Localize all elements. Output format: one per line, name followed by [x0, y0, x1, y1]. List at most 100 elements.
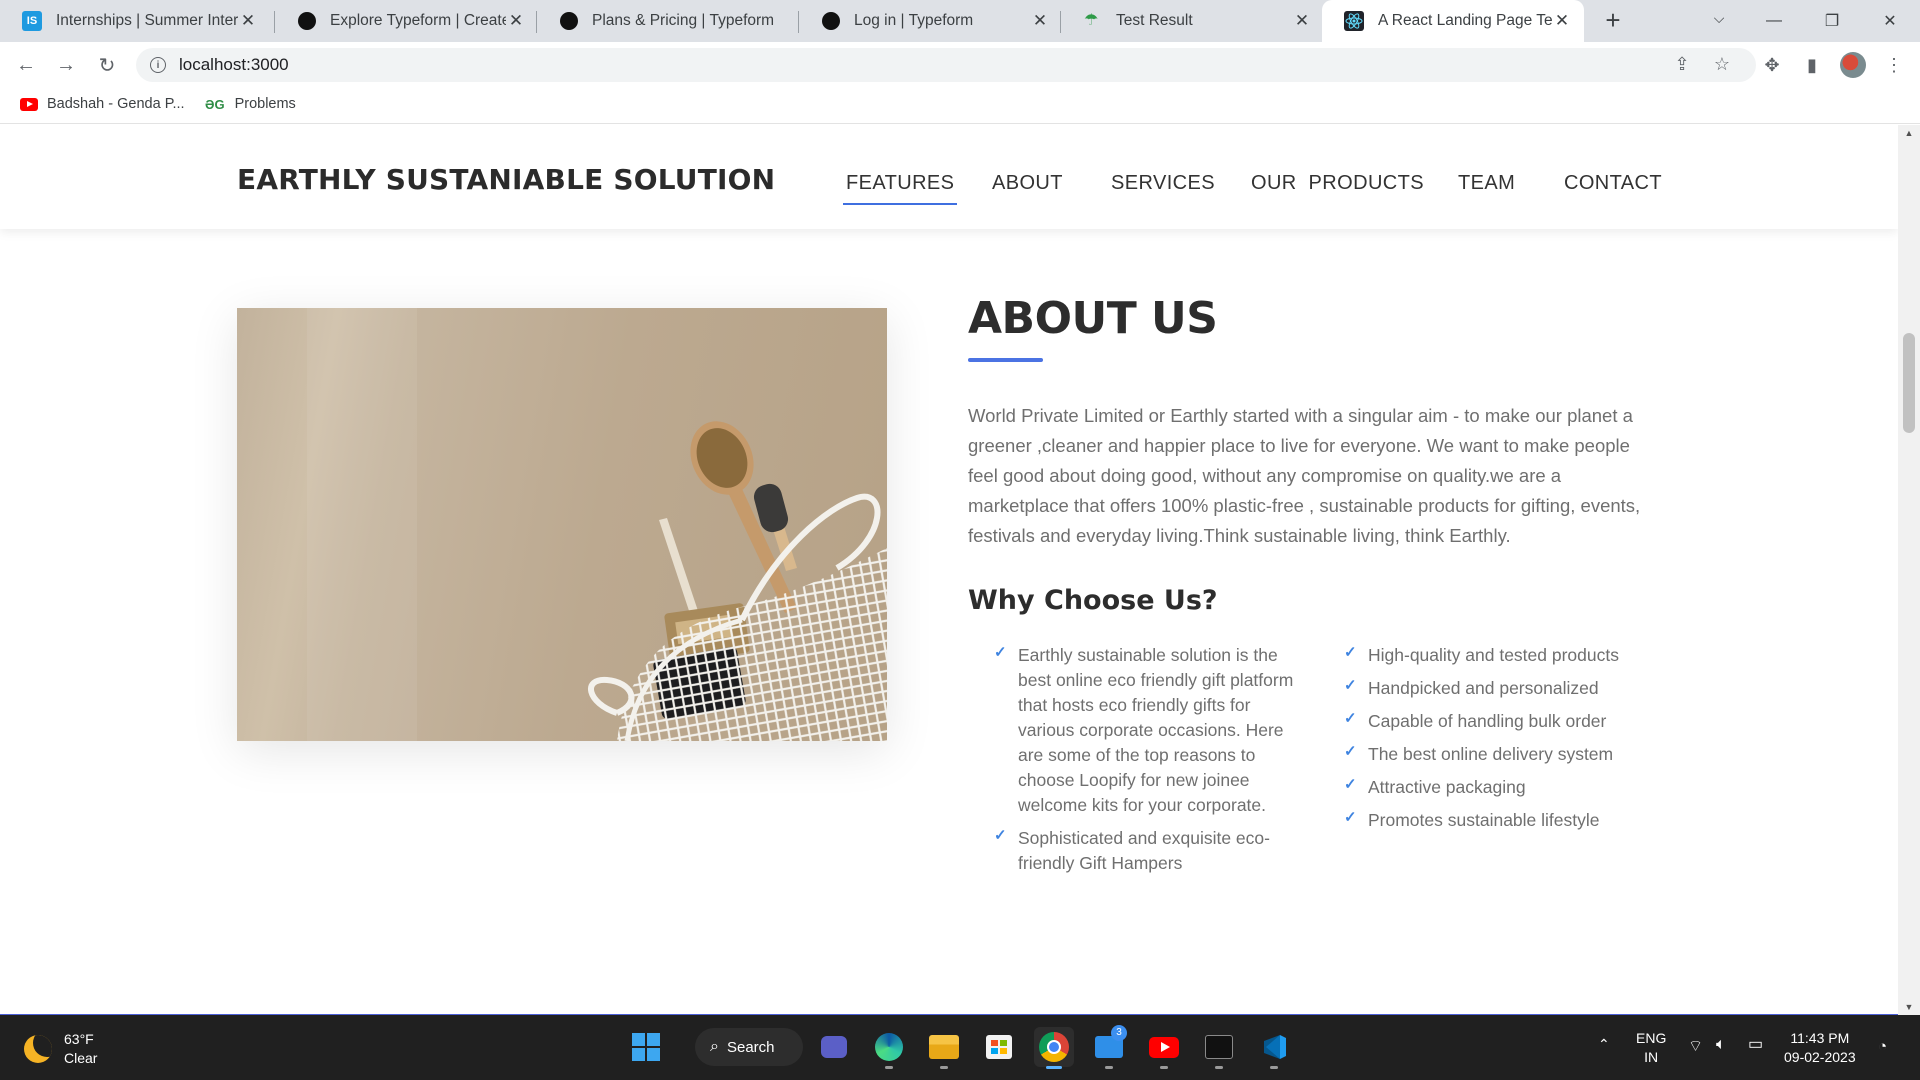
address-bar[interactable]: i localhost:3000 — [136, 48, 1756, 82]
list-item: ✓ Promotes sustainable lifestyle — [1344, 808, 1674, 833]
kebab-menu-icon[interactable]: ⋮ — [1880, 51, 1908, 79]
browser-tab-strip: IS Internships | Summer Internships ✕ Ex… — [0, 0, 1920, 42]
weather-temp: 63°F — [64, 1031, 94, 1047]
volume-icon[interactable]: 🔈︎ — [1716, 1035, 1726, 1054]
react-icon — [1344, 11, 1364, 31]
scroll-up-arrow-icon[interactable]: ▲ — [1898, 125, 1920, 141]
side-panel-icon[interactable]: ▮ — [1798, 51, 1826, 79]
restore-button[interactable]: ❐ — [1804, 0, 1860, 42]
running-indicator — [1160, 1066, 1168, 1069]
reason-text: Promotes sustainable lifestyle — [1368, 810, 1600, 830]
profile-avatar[interactable] — [1840, 52, 1866, 78]
tab-title: Plans & Pricing | Typeform — [592, 12, 775, 29]
reason-text: Capable of handling bulk order — [1368, 711, 1607, 731]
nav-contact[interactable]: CONTACT — [1564, 172, 1662, 195]
bookmark-label: Badshah - Genda P... — [47, 96, 185, 112]
forward-arrow-icon[interactable]: → — [52, 51, 80, 79]
reason-text: Earthly sustainable solution is the best… — [1018, 645, 1294, 815]
why-choose-heading: Why Choose Us? — [968, 585, 1218, 616]
tab-separator — [1060, 11, 1061, 33]
heading-underline — [968, 358, 1043, 362]
typeform-icon — [560, 12, 578, 30]
bookmark-youtube[interactable]: Badshah - Genda P... — [20, 96, 185, 112]
bookmark-star-icon[interactable]: ☆ — [1708, 50, 1736, 78]
running-indicator — [1105, 1066, 1113, 1069]
url-text[interactable]: localhost:3000 — [179, 55, 289, 75]
weather-desc: Clear — [64, 1050, 98, 1066]
file-explorer-icon[interactable] — [924, 1027, 964, 1069]
mail-badge: 3 — [1111, 1025, 1127, 1041]
reasons-list-left: ✓ Earthly sustainable solution is the be… — [994, 643, 1304, 884]
close-icon[interactable]: ✕ — [1552, 11, 1572, 31]
battery-icon[interactable]: ▭ — [1748, 1035, 1763, 1054]
site-brand[interactable]: EARTHLY SUSTANIABLE SOLUTION — [237, 163, 775, 196]
moon-icon — [24, 1035, 52, 1063]
youtube-icon — [20, 97, 38, 111]
checkmark-icon: ✓ — [1344, 776, 1357, 793]
scroll-down-arrow-icon[interactable]: ▼ — [1898, 999, 1920, 1015]
tab-explore-typeform[interactable]: Explore Typeform | Create your forms ✕ — [276, 0, 538, 42]
tab-plans-pricing[interactable]: Plans & Pricing | Typeform — [538, 0, 800, 42]
back-arrow-icon[interactable]: ← — [12, 51, 40, 79]
tab-react-landing[interactable]: A React Landing Page Template ✕ — [1322, 0, 1584, 42]
nav-about[interactable]: ABOUT — [992, 172, 1063, 195]
scrollbar-thumb[interactable] — [1903, 333, 1915, 433]
notification-icon[interactable]: ◔ — [1878, 1037, 1887, 1056]
mail-icon[interactable]: 3 — [1089, 1025, 1129, 1069]
tab-title: Internships | Summer Internships — [56, 12, 238, 29]
close-icon[interactable]: ✕ — [1292, 11, 1312, 31]
running-indicator — [1046, 1066, 1062, 1069]
bookmark-problems[interactable]: ƏG Problems — [205, 96, 296, 112]
bookmarks-bar: Badshah - Genda P... ƏG Problems — [0, 88, 1920, 124]
nav-team[interactable]: TEAM — [1458, 172, 1515, 195]
youtube-app-icon[interactable] — [1144, 1027, 1184, 1069]
nav-features[interactable]: FEATURES — [842, 172, 958, 205]
lang-code: ENG — [1636, 1030, 1667, 1046]
start-button[interactable] — [626, 1027, 666, 1067]
window-close-button[interactable]: ✕ — [1862, 0, 1918, 42]
tab-internshala[interactable]: IS Internships | Summer Internships ✕ — [0, 0, 270, 42]
clock[interactable]: 11:43 PM 09-02-2023 — [1784, 1029, 1856, 1067]
geeksforgeeks-icon: ƏG — [205, 96, 225, 112]
share-icon[interactable]: ⇪ — [1668, 50, 1696, 78]
language-indicator[interactable]: ENG IN — [1636, 1029, 1666, 1067]
tab-test-result[interactable]: ☂ Test Result ✕ — [1062, 0, 1324, 42]
new-tab-button[interactable]: + — [1600, 7, 1626, 34]
reason-text: Attractive packaging — [1368, 777, 1526, 797]
about-image — [237, 308, 887, 741]
minimize-button[interactable]: — — [1746, 0, 1802, 42]
terminal-icon[interactable] — [1199, 1027, 1239, 1069]
running-indicator — [885, 1066, 893, 1069]
list-item: ✓ Sophisticated and exquisite eco-friend… — [994, 826, 1304, 876]
reload-icon[interactable]: ↻ — [93, 51, 121, 79]
edge-browser-icon[interactable] — [869, 1027, 909, 1069]
nav-our-products[interactable]: OUR PRODUCTS — [1251, 172, 1424, 195]
about-heading: ABOUT US — [968, 293, 1218, 344]
search-icon: ⌕ — [710, 1038, 719, 1055]
close-icon[interactable]: ✕ — [506, 11, 526, 31]
running-indicator — [1270, 1066, 1278, 1069]
nav-services[interactable]: SERVICES — [1111, 172, 1215, 195]
extensions-puzzle-icon[interactable]: ✥ — [1758, 51, 1786, 79]
region-code: IN — [1644, 1049, 1659, 1065]
page-scrollbar[interactable]: ▲ ▼ — [1898, 125, 1920, 1015]
info-icon[interactable]: i — [150, 57, 166, 73]
tab-separator — [536, 11, 537, 33]
checkmark-icon: ✓ — [1344, 809, 1357, 826]
tray-overflow-chevron-icon[interactable]: ⌃ — [1598, 1035, 1610, 1054]
tab-search-chevron-icon[interactable]: ⌵ — [1708, 10, 1730, 32]
teams-chat-icon[interactable] — [814, 1027, 854, 1067]
close-icon[interactable]: ✕ — [238, 11, 258, 31]
bookmark-label: Problems — [234, 96, 296, 112]
chrome-icon[interactable] — [1034, 1027, 1074, 1069]
taskbar-search[interactable]: ⌕ Search — [695, 1028, 803, 1066]
tab-login-typeform[interactable]: Log in | Typeform ✕ — [800, 0, 1062, 42]
umbrella-icon: ☂ — [1084, 12, 1099, 29]
weather-widget[interactable]: 63°F Clear — [24, 1030, 97, 1068]
microsoft-store-icon[interactable] — [979, 1027, 1019, 1067]
about-description: World Private Limited or Earthly started… — [968, 405, 1641, 546]
vscode-icon[interactable] — [1254, 1027, 1294, 1069]
date-text: 09-02-2023 — [1784, 1049, 1856, 1065]
close-icon[interactable]: ✕ — [1030, 11, 1050, 31]
wifi-icon[interactable]: ⌔ — [1688, 1037, 1703, 1056]
